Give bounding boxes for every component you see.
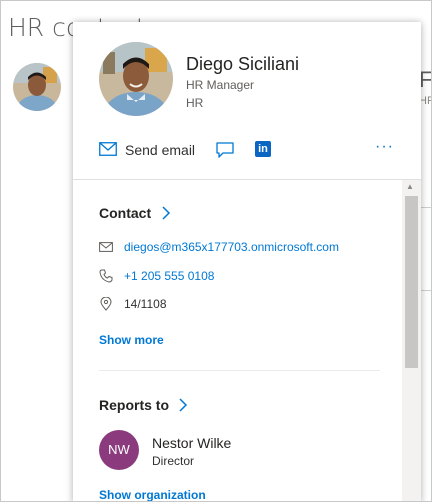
reports-to-section-title[interactable]: Reports to <box>99 397 169 413</box>
manager-title: Director <box>152 454 195 468</box>
phone-icon <box>99 269 113 283</box>
linkedin-icon[interactable]: in <box>255 141 271 157</box>
location-icon <box>99 296 113 311</box>
background-avatar[interactable] <box>13 63 61 111</box>
app-window: HR contacts Fo HR <box>0 0 432 502</box>
contact-department: HR <box>186 96 204 110</box>
show-organization-link[interactable]: Show organization <box>99 488 206 501</box>
manager-name[interactable]: Nestor Wilke <box>152 435 231 451</box>
manager-avatar[interactable]: NW <box>99 430 139 470</box>
contact-section-title[interactable]: Contact <box>99 205 151 221</box>
contact-job-title: HR Manager <box>186 78 255 92</box>
chevron-right-icon[interactable] <box>161 206 171 220</box>
scrollbar-thumb[interactable] <box>405 196 418 368</box>
scroll-up-icon[interactable]: ▲ <box>406 182 414 191</box>
contact-email-link[interactable]: diegos@m365x177703.onmicrosoft.com <box>124 240 339 254</box>
contact-name: Diego Siciliani <box>186 54 300 74</box>
contact-phone-link[interactable]: +1 205 555 0108 <box>124 269 214 283</box>
card-header: Diego Siciliani HR Manager HR Send email… <box>73 22 421 180</box>
mail-icon[interactable] <box>99 142 117 156</box>
profile-card: Diego Siciliani HR Manager HR Send email… <box>73 22 421 501</box>
scrollbar[interactable]: ▲ <box>402 180 421 501</box>
contact-location: 14/1108 <box>124 297 167 311</box>
quick-actions: Send email in ··· <box>99 138 399 162</box>
section-divider <box>99 370 380 371</box>
card-body: Contact diegos@m365x177703.onmicrosoft.c… <box>73 180 421 501</box>
chat-icon[interactable] <box>216 142 234 158</box>
chevron-right-icon[interactable] <box>178 398 188 412</box>
mail-icon <box>99 240 113 254</box>
more-icon[interactable]: ··· <box>375 138 394 156</box>
avatar <box>99 42 173 116</box>
send-email-button[interactable]: Send email <box>125 142 195 158</box>
show-more-link[interactable]: Show more <box>99 333 164 347</box>
